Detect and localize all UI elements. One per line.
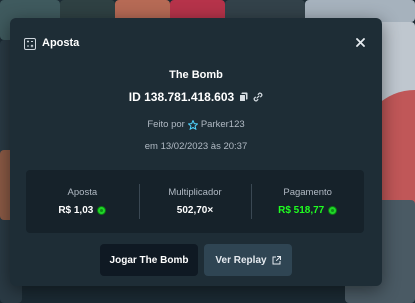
stat-multiplier-value: 502,70× [176, 205, 214, 216]
bet-id-row: ID 138.781.418.603 [10, 90, 382, 104]
external-link-icon [272, 255, 281, 265]
coin-icon [97, 206, 107, 215]
stat-bet: Aposta R$ 1,03 [26, 170, 139, 233]
close-button[interactable] [352, 34, 368, 50]
stat-payout-value: R$ 518,77 [278, 205, 325, 216]
close-icon [355, 37, 365, 47]
bet-receipt-icon [24, 37, 36, 50]
modal-header: Aposta [24, 35, 368, 51]
stat-multiplier: Multiplicador 502,70× [138, 170, 252, 233]
made-by-row: Feito por Parker123 [10, 119, 382, 130]
stat-payout-label: Pagamento [283, 187, 332, 198]
link-icon[interactable] [253, 92, 263, 102]
bet-id: ID 138.781.418.603 [128, 90, 235, 104]
stat-bet-value: R$ 1,03 [58, 205, 94, 216]
copy-icon[interactable] [239, 92, 248, 102]
game-title: The Bomb [169, 69, 223, 81]
stat-payout: Pagamento R$ 518,77 [251, 170, 364, 233]
stat-bet-value-row: R$ 1,03 [58, 205, 107, 216]
bet-details-modal: Aposta The Bomb ID 138.781.418.603 Feito… [10, 18, 382, 286]
username-link[interactable]: Parker123 [201, 119, 245, 130]
bet-stats-panel: Aposta R$ 1,03 Multiplicador 502,70× Pag… [26, 170, 364, 233]
stat-multiplier-value-row: 502,70× [177, 205, 213, 216]
stat-bet-label: Aposta [67, 187, 98, 198]
stat-payout-value-row: R$ 518,77 [278, 205, 338, 216]
bet-date: em 13/02/2023 às 20:37 [144, 141, 248, 152]
made-by-prefix: Feito por [147, 119, 185, 130]
stat-multiplier-label: Multiplicador [168, 187, 222, 198]
modal-title: Aposta [42, 37, 80, 49]
view-replay-button[interactable]: Ver Replay [204, 244, 292, 276]
view-replay-label: Ver Replay [215, 254, 267, 266]
modal-actions: Jogar The Bomb Ver Replay [10, 244, 382, 276]
coin-icon [328, 206, 338, 215]
play-game-label: Jogar The Bomb [109, 254, 189, 266]
star-badge-icon [187, 119, 198, 130]
play-game-button[interactable]: Jogar The Bomb [100, 244, 198, 276]
